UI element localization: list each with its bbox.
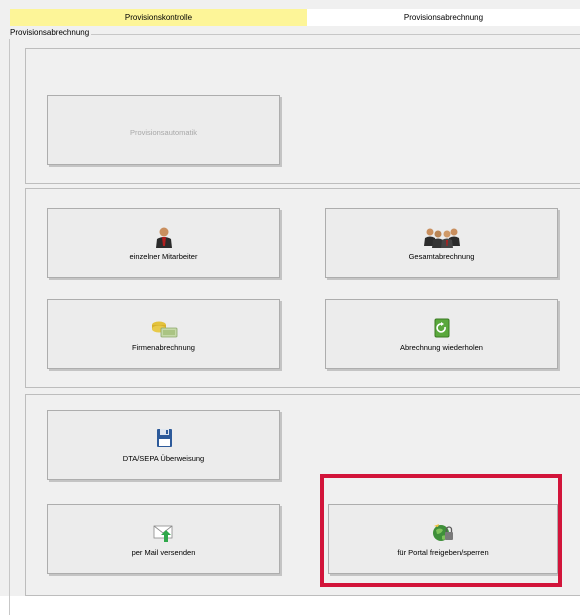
group-legend: Provisionsabrechnung [8, 27, 92, 39]
per-mail-label: per Mail versenden [131, 547, 196, 557]
tab-provisionskontrolle[interactable]: Provisionskontrolle [10, 9, 307, 26]
group-icon [423, 228, 460, 248]
abrechnung-wiederholen-button[interactable]: Abrechnung wiederholen [325, 299, 558, 369]
dta-sepa-label: DTA/SEPA Überweisung [122, 453, 205, 463]
highlight-box [320, 474, 562, 587]
per-mail-button[interactable]: per Mail versenden [47, 504, 280, 574]
tab-provisionsabrechnung[interactable]: Provisionsabrechnung [307, 9, 580, 26]
provisionsautomatik-label: Provisionsautomatik [129, 127, 198, 137]
gesamtabrechnung-label: Gesamtabrechnung [408, 251, 475, 261]
floppy-disk-icon [156, 428, 172, 447]
gesamtabrechnung-button[interactable]: Gesamtabrechnung [325, 208, 558, 278]
repeat-icon [434, 318, 449, 337]
provisionsautomatik-button[interactable]: Provisionsautomatik [47, 95, 280, 165]
firmenabrechnung-button[interactable]: Firmenabrechnung [47, 299, 280, 369]
firmenabrechnung-label: Firmenabrechnung [132, 342, 195, 352]
einzelner-mitarbeiter-label: einzelner Mitarbeiter [129, 251, 198, 261]
abrechnung-wiederholen-label: Abrechnung wiederholen [400, 342, 483, 352]
mail-send-icon [153, 525, 172, 542]
tab-bar: Provisionskontrolle Provisionsabrechnung [0, 0, 580, 26]
dta-sepa-button[interactable]: DTA/SEPA Überweisung [47, 410, 280, 480]
money-icon [151, 321, 177, 337]
einzelner-mitarbeiter-button[interactable]: einzelner Mitarbeiter [47, 208, 280, 278]
person-icon [155, 227, 172, 248]
